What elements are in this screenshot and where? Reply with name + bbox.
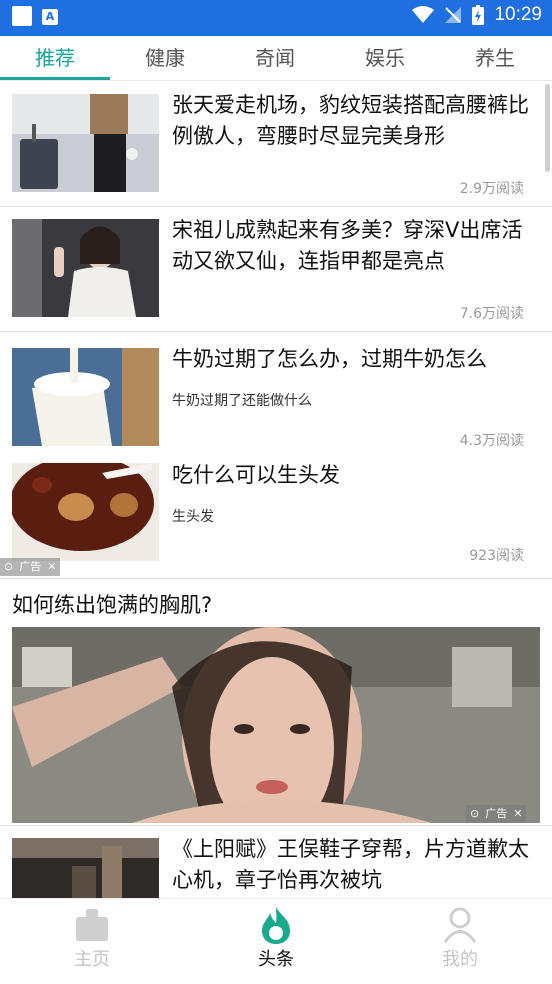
active-tab-indicator	[0, 77, 110, 80]
tab-health[interactable]: 健康	[110, 36, 220, 80]
news-title: 张天爱走机场，豹纹短装搭配高腰裤比例傲人，弯腰时尽显完美身形	[172, 93, 529, 148]
ad-close-icon[interactable]: ✕	[47, 558, 56, 576]
category-tabs: 推荐 健康 奇闻 娱乐 养生	[0, 36, 552, 81]
news-thumbnail	[12, 348, 159, 446]
news-thumbnail	[12, 219, 159, 317]
big-news-item[interactable]: 如何练出饱满的胸肌? ⊙ 广告 ✕	[0, 579, 552, 825]
news-thumbnail	[12, 463, 159, 561]
tab-wellness[interactable]: 养生	[440, 36, 550, 80]
ad-badge[interactable]: ⊙ 广告 ✕	[466, 805, 527, 823]
status-time: 10:29	[494, 4, 542, 25]
news-item[interactable]: 张天爱走机场，豹纹短装搭配高腰裤比例傲人，弯腰时尽显完美身形 2.9万阅读	[0, 82, 552, 206]
news-title: 吃什么可以生头发	[172, 463, 340, 487]
nav-profile[interactable]: 我的	[400, 905, 520, 975]
read-count: 4.3万阅读	[459, 433, 524, 449]
ad-badge[interactable]: ⊙ 广告 ✕	[0, 558, 61, 576]
ad-logo-icon: ⊙	[470, 807, 480, 820]
ad-label: 广告	[485, 807, 508, 820]
news-title: 《上阳赋》王俣鞋子穿帮，片方道歉太心机，章子怡再次被坑	[172, 837, 529, 892]
read-count: 7.6万阅读	[459, 306, 524, 322]
battery-charging-icon	[472, 5, 485, 25]
ad-logo-icon: ⊙	[4, 560, 14, 573]
nav-headlines[interactable]: 头条	[216, 905, 336, 975]
ad-item[interactable]: 吃什么可以生头发 生头发 923阅读 ⊙ 广告 ✕	[0, 448, 552, 578]
tab-recommend[interactable]: 推荐	[0, 36, 110, 80]
home-icon	[76, 909, 108, 941]
status-bar: A 10:29	[0, 0, 552, 36]
tab-entertainment[interactable]: 娱乐	[330, 36, 440, 80]
notification-square-icon	[12, 6, 32, 26]
news-thumbnail	[12, 94, 159, 192]
tab-oddities[interactable]: 奇闻	[220, 36, 330, 80]
user-icon	[443, 907, 477, 943]
big-news-image	[12, 627, 540, 823]
news-thumbnail	[12, 838, 159, 898]
news-subtitle: 生头发	[172, 509, 214, 525]
nav-headlines-label: 头条	[258, 949, 294, 970]
news-title: 如何练出饱满的胸肌?	[12, 593, 213, 617]
news-subtitle: 牛奶过期了还能做什么	[172, 393, 312, 409]
ad-label: 广告	[19, 560, 42, 573]
news-title: 牛奶过期了怎么办，过期牛奶怎么	[172, 347, 487, 371]
nav-home[interactable]: 主页	[32, 905, 152, 975]
ad-close-icon[interactable]: ✕	[513, 805, 522, 823]
bottom-nav: 主页 头条 我的	[0, 898, 552, 984]
news-title: 宋祖儿成熟起来有多美？穿深V出席活动又欲又仙，连指甲都是亮点	[172, 218, 523, 273]
news-item[interactable]: 《上阳赋》王俣鞋子穿帮，片方道歉太心机，章子怡再次被坑	[0, 826, 552, 898]
read-count: 2.9万阅读	[459, 181, 524, 197]
read-count: 923阅读	[469, 548, 524, 564]
wifi-icon	[412, 6, 435, 23]
no-signal-icon	[445, 7, 462, 23]
ad-item[interactable]: 牛奶过期了怎么办，过期牛奶怎么 牛奶过期了还能做什么 4.3万阅读	[0, 332, 552, 449]
nav-profile-label: 我的	[442, 949, 478, 970]
flame-icon	[262, 907, 290, 944]
app-notification-icon: A	[42, 9, 58, 25]
news-item[interactable]: 宋祖儿成熟起来有多美？穿深V出席活动又欲又仙，连指甲都是亮点 7.6万阅读	[0, 207, 552, 331]
nav-home-label: 主页	[74, 949, 110, 970]
